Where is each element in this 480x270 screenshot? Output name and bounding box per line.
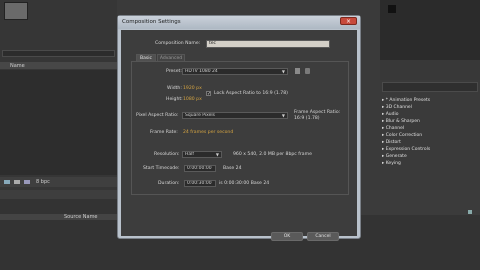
duration-info: is 0:00:30:00 Base 24 xyxy=(219,181,270,186)
chevron-down-icon: ▼ xyxy=(281,113,285,118)
save-preset-icon[interactable] xyxy=(295,68,300,74)
effects-item[interactable]: ▸ Distort xyxy=(382,139,478,146)
lock-aspect-checkbox[interactable]: ✓ xyxy=(206,91,211,97)
comp-name-input[interactable]: tec xyxy=(206,40,330,48)
preset-value: HDTV 1080 24 xyxy=(185,69,218,74)
composition-settings-dialog: Composition Settings × Composition Name:… xyxy=(117,15,361,241)
effects-item[interactable]: ▸ Color Correction xyxy=(382,132,478,139)
new-folder-icon[interactable] xyxy=(14,180,20,184)
lock-aspect-label: Lock Aspect Ratio to 16:9 (1.78) xyxy=(214,91,288,96)
dialog-body: Composition Name: tec Basic Advanced Pre… xyxy=(121,30,357,241)
resolution-info: 960 x 540, 2.0 MB per 8bpc frame xyxy=(233,152,312,157)
project-col-name[interactable]: Name xyxy=(10,63,25,69)
project-search-bar[interactable] xyxy=(2,50,115,57)
preset-label: Preset: xyxy=(166,69,182,74)
pixel-aspect-label: Pixel Aspect Ratio: xyxy=(136,113,179,118)
bpc-indicator[interactable]: 8 bpc xyxy=(36,179,50,185)
width-label: Width: xyxy=(167,86,182,91)
new-comp-icon[interactable] xyxy=(24,180,30,184)
resolution-label: Resolution: xyxy=(154,152,180,157)
basic-tab-panel xyxy=(131,61,349,195)
resolution-dropdown[interactable]: Half ▼ xyxy=(182,151,222,158)
start-timecode-label: Start Timecode: xyxy=(143,166,180,171)
delete-preset-icon[interactable] xyxy=(305,68,310,74)
effects-item[interactable]: ▸ * Animation Presets xyxy=(382,97,478,104)
close-button[interactable]: × xyxy=(340,17,357,25)
start-timecode-input[interactable]: 0:00:00:00 xyxy=(184,165,216,172)
interpret-footage-icon[interactable] xyxy=(4,180,10,184)
effects-item[interactable]: ▸ Audio xyxy=(382,111,478,118)
width-value[interactable]: 1920 px xyxy=(183,86,202,91)
chevron-down-icon: ▼ xyxy=(215,152,219,157)
effects-search[interactable] xyxy=(382,82,478,92)
height-value[interactable]: 1080 px xyxy=(183,97,202,102)
frame-aspect-label: Frame Aspect Ratio: xyxy=(294,110,341,115)
timeline-ruler xyxy=(361,190,480,215)
preset-dropdown[interactable]: HDTV 1080 24 ▼ xyxy=(182,68,288,75)
effects-item[interactable]: ▸ Blur & Sharpen xyxy=(382,118,478,125)
pixel-aspect-value: Square Pixels xyxy=(185,113,216,118)
dialog-titlebar[interactable]: Composition Settings × xyxy=(118,16,360,29)
frame-rate-value[interactable]: 24 frames per second xyxy=(183,130,233,135)
dialog-title: Composition Settings xyxy=(122,19,181,25)
effects-list: ▸ * Animation Presets ▸ 3D Channel ▸ Aud… xyxy=(382,97,478,181)
pixel-aspect-dropdown[interactable]: Square Pixels ▼ xyxy=(182,112,288,119)
height-label: Height: xyxy=(166,97,183,102)
project-thumbnail xyxy=(4,2,28,20)
timeline-end-marker[interactable] xyxy=(468,210,472,214)
cancel-button[interactable]: Cancel xyxy=(307,232,339,241)
effects-item[interactable]: ▸ Generate xyxy=(382,153,478,160)
preview-panel xyxy=(380,60,480,80)
comp-name-label: Composition Name: xyxy=(155,41,201,46)
effects-item[interactable]: ▸ Expression Controls xyxy=(382,146,478,153)
effects-item[interactable]: ▸ Channel xyxy=(382,125,478,132)
duration-input[interactable]: 0:00:30:00 xyxy=(184,180,216,187)
ok-button[interactable]: OK xyxy=(271,232,303,241)
frame-aspect-value: 16:9 (1.78) xyxy=(294,116,320,121)
close-icon: × xyxy=(345,18,352,25)
effects-item[interactable]: ▸ 3D Channel xyxy=(382,104,478,111)
project-list xyxy=(0,70,117,175)
timeline-tab-bar xyxy=(0,190,117,199)
info-swatch xyxy=(388,5,396,13)
chevron-down-icon: ▼ xyxy=(281,69,285,74)
start-timecode-base: Base 24 xyxy=(223,166,242,171)
effects-item[interactable]: ▸ Keying xyxy=(382,160,478,167)
duration-label: Duration: xyxy=(158,181,180,186)
timeline-header xyxy=(0,214,117,220)
resolution-value: Half xyxy=(185,152,194,157)
timeline-source-name[interactable]: Source Name xyxy=(64,214,98,220)
frame-rate-label: Frame Rate: xyxy=(150,130,178,135)
